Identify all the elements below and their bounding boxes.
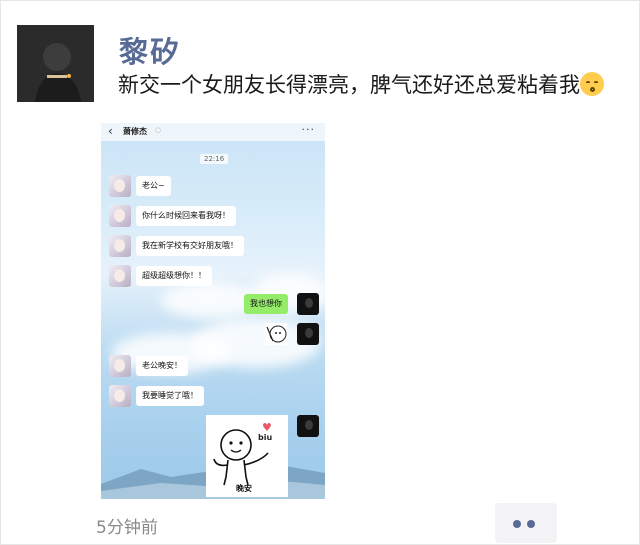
biu-sticker: ♥ biu 晚安 <box>206 415 288 497</box>
mute-icon: ◌ <box>155 126 162 134</box>
kissing-face-icon <box>580 72 604 96</box>
post-text: 新交一个女朋友长得漂亮，脾气还好还总爱粘着我 <box>118 71 618 99</box>
message-bubble: 老公晚安！ <box>136 356 188 376</box>
post-timestamp: 5分钟前 <box>96 518 158 538</box>
self-avatar <box>297 415 319 437</box>
message-bubble: 超级超级想你！！ <box>136 266 212 286</box>
contact-avatar <box>109 175 131 197</box>
peeking-sticker <box>265 323 287 345</box>
more-icon[interactable]: ··· <box>302 123 316 136</box>
message-bubble: 你什么时候回来看我呀！ <box>136 206 236 226</box>
back-arrow-icon[interactable]: ‹ <box>108 124 113 138</box>
contact-avatar <box>109 385 131 407</box>
message-bubble: 老公~ <box>136 176 171 196</box>
self-avatar <box>297 323 319 345</box>
sticker-caption: 晚安 <box>236 484 252 493</box>
user-avatar[interactable] <box>17 25 94 102</box>
chat-screenshot-image[interactable]: ‹ 萧修杰 ◌ ··· 22:16 老公~ 你什么时候回来看我呀！ 我在新学校有… <box>101 123 325 499</box>
message-bubble-sent: 我也想你 <box>244 294 288 314</box>
message-bubble: 我在新学校有交好朋友哦！ <box>136 236 244 256</box>
chat-contact-name: 萧修杰 <box>123 127 147 136</box>
username[interactable]: 黎矽 <box>119 29 181 71</box>
more-dots-icon <box>513 520 521 528</box>
contact-avatar <box>109 355 131 377</box>
more-dots-icon <box>527 520 535 528</box>
sticker-text: biu <box>258 433 273 442</box>
contact-avatar <box>109 205 131 227</box>
comment-button[interactable] <box>495 503 557 543</box>
post-text-content: 新交一个女朋友长得漂亮，脾气还好还总爱粘着我 <box>118 73 580 97</box>
message-bubble: 我要睡觉了哦！ <box>136 386 204 406</box>
chat-time: 22:16 <box>200 154 229 164</box>
self-avatar <box>297 293 319 315</box>
contact-avatar <box>109 235 131 257</box>
moments-post: 黎矽 新交一个女朋友长得漂亮，脾气还好还总爱粘着我 ‹ 萧修杰 ◌ ··· 22… <box>0 0 640 545</box>
contact-avatar <box>109 265 131 287</box>
